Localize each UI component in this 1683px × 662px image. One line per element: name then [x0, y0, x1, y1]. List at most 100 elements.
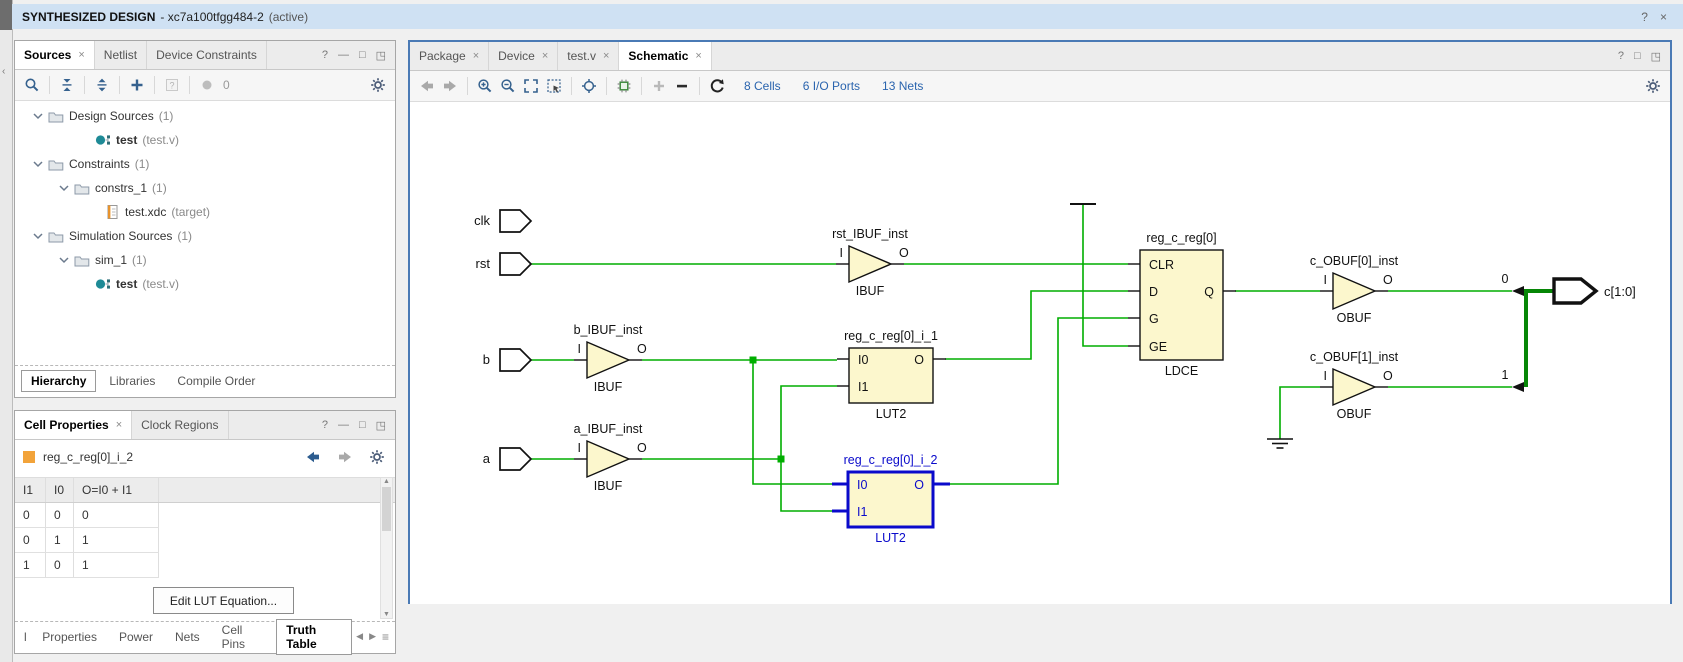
- panel-float-icon[interactable]: ◳: [376, 419, 386, 432]
- banner-help-icon[interactable]: ?: [1641, 10, 1648, 24]
- sources-tab-netlist[interactable]: Netlist: [95, 41, 148, 69]
- zoom-fit-icon[interactable]: [521, 76, 541, 96]
- input-port-clk[interactable]: [499, 209, 533, 233]
- net-i2-to-g[interactable]: [950, 317, 1128, 485]
- regenerate-icon[interactable]: [707, 76, 727, 96]
- stat-link-6-i-o-ports[interactable]: 6 I/O Ports: [803, 79, 860, 93]
- tabs-menu-icon[interactable]: ≡: [382, 630, 389, 644]
- cell-properties-footer-tab-cell-pins[interactable]: Cell Pins: [213, 620, 273, 654]
- collapsed-sidebar[interactable]: ‹: [0, 0, 13, 662]
- tabs-scroll-right-icon[interactable]: ▶: [369, 631, 376, 642]
- sources-footer-tab-compile-order[interactable]: Compile Order: [168, 371, 264, 391]
- tree-item-constrs-1[interactable]: constrs_1 (1): [15, 176, 395, 200]
- schematic-tab-schematic[interactable]: Schematic ×: [619, 42, 712, 70]
- chevron-down-icon[interactable]: [33, 160, 43, 168]
- net-a-to-i1[interactable]: [780, 385, 837, 459]
- input-port-rst[interactable]: [499, 252, 533, 276]
- chevron-down-icon[interactable]: [59, 256, 69, 264]
- gear-icon[interactable]: [368, 75, 388, 95]
- input-port-a[interactable]: [499, 447, 533, 471]
- tree-item-sim-1[interactable]: sim_1 (1): [15, 248, 395, 272]
- cell-properties-footer-tab-truth-table[interactable]: Truth Table: [276, 618, 353, 655]
- tab-close-icon[interactable]: ×: [603, 50, 609, 62]
- net-b-to-i2[interactable]: [752, 360, 832, 485]
- cell-properties-footer-tab-nets[interactable]: Nets: [166, 627, 209, 647]
- remove-icon[interactable]: [672, 76, 692, 96]
- collapse-all-icon[interactable]: [57, 75, 77, 95]
- stat-link-13-nets[interactable]: 13 Nets: [882, 79, 923, 93]
- cell-c-obuf-0-inst[interactable]: [1332, 271, 1377, 311]
- panel-maximize-icon[interactable]: □: [1634, 50, 1641, 62]
- scroll-down-icon[interactable]: ▼: [383, 611, 390, 618]
- panel-help-icon[interactable]: ?: [1618, 50, 1624, 62]
- truth-table-scrollbar[interactable]: ▲ ▼: [380, 477, 393, 619]
- schematic-canvas[interactable]: 0 1 clk rst b a c[1:0] rst_IBUF_inst I O IBUF b_IBU…: [410, 102, 1670, 604]
- sources-tab-device-constraints[interactable]: Device Constraints: [147, 41, 267, 69]
- panel-maximize-icon[interactable]: □: [359, 419, 366, 431]
- expand-all-icon[interactable]: [92, 75, 112, 95]
- tree-item-test[interactable]: test (test.v): [15, 272, 395, 296]
- tab-close-icon[interactable]: ×: [78, 49, 84, 61]
- sources-footer-tab-libraries[interactable]: Libraries: [100, 371, 164, 391]
- tab-close-icon[interactable]: ×: [695, 50, 701, 62]
- gear-icon[interactable]: [367, 447, 387, 467]
- stat-link-8-cells[interactable]: 8 Cells: [744, 79, 781, 93]
- panel-help-icon[interactable]: ?: [322, 419, 328, 431]
- cell-c-obuf-1-inst[interactable]: [1332, 367, 1377, 407]
- sources-tab-sources[interactable]: Sources ×: [15, 41, 95, 69]
- cell-properties-footer-tab-properties[interactable]: Properties: [33, 627, 106, 647]
- panel-float-icon[interactable]: ◳: [1651, 50, 1661, 63]
- panel-help-icon[interactable]: ?: [322, 49, 328, 61]
- sources-footer-tab-hierarchy[interactable]: Hierarchy: [21, 369, 97, 392]
- chevron-down-icon[interactable]: [33, 112, 43, 120]
- tab-close-icon[interactable]: ×: [542, 50, 548, 62]
- add-source-icon[interactable]: [127, 75, 147, 95]
- panel-maximize-icon[interactable]: □: [359, 49, 366, 61]
- tree-item-simulation-sources[interactable]: Simulation Sources (1): [15, 224, 395, 248]
- output-port-c-1-0[interactable]: [1552, 277, 1599, 305]
- tab-close-icon[interactable]: ×: [473, 50, 479, 62]
- tree-item-design-sources[interactable]: Design Sources (1): [15, 104, 395, 128]
- panel-minimize-icon[interactable]: —: [338, 419, 349, 431]
- zoom-in-icon[interactable]: [475, 76, 495, 96]
- banner-close-icon[interactable]: ×: [1660, 10, 1667, 24]
- chevron-down-icon[interactable]: [59, 184, 69, 192]
- cell-properties-tab-clock-regions[interactable]: Clock Regions: [132, 411, 229, 439]
- zoom-out-icon[interactable]: [498, 76, 518, 96]
- gear-icon[interactable]: [1643, 76, 1663, 96]
- cell-b-ibuf-inst[interactable]: [586, 340, 631, 380]
- cell-properties-footer-tab-power[interactable]: Power: [110, 627, 162, 647]
- cell-properties-footer-tab-l[interactable]: l: [21, 627, 29, 647]
- scrollbar-thumb[interactable]: [382, 487, 391, 531]
- zoom-selection-icon[interactable]: [544, 76, 564, 96]
- forward-arrow-icon[interactable]: [335, 447, 355, 467]
- panel-minimize-icon[interactable]: —: [338, 49, 349, 61]
- input-port-b[interactable]: [499, 348, 533, 372]
- net-obuf1-in[interactable]: [1279, 386, 1320, 439]
- tab-close-icon[interactable]: ×: [116, 419, 122, 431]
- tree-item-test-xdc[interactable]: test.xdc (target): [15, 200, 395, 224]
- tabs-scroll-left-icon[interactable]: ◀: [356, 631, 363, 642]
- forward-arrow-icon[interactable]: [440, 76, 460, 96]
- schematic-tab-test-v[interactable]: test.v ×: [558, 42, 620, 70]
- cell-rst-ibuf-inst[interactable]: [848, 244, 893, 284]
- back-arrow-icon[interactable]: [303, 447, 323, 467]
- cell-properties-tab-cell-properties[interactable]: Cell Properties ×: [15, 411, 133, 439]
- tree-item-constraints[interactable]: Constraints (1): [15, 152, 395, 176]
- search-icon[interactable]: [22, 75, 42, 95]
- net-a-to-i2[interactable]: [780, 459, 832, 512]
- net-i1-to-d[interactable]: [945, 290, 1128, 360]
- tree-item-test[interactable]: test (test.v): [15, 128, 395, 152]
- scroll-up-icon[interactable]: ▲: [383, 478, 390, 485]
- autofit-selection-icon[interactable]: [579, 76, 599, 96]
- schematic-tab-device[interactable]: Device ×: [489, 42, 559, 70]
- panel-float-icon[interactable]: ◳: [376, 49, 386, 62]
- schematic-tab-package[interactable]: Package ×: [410, 42, 490, 70]
- back-arrow-disabled-icon[interactable]: [417, 76, 437, 96]
- add-net-icon[interactable]: [649, 76, 669, 96]
- net-vcc-to-ge[interactable]: [1082, 205, 1128, 347]
- add-cell-icon[interactable]: [614, 76, 634, 96]
- cell-a-ibuf-inst[interactable]: [586, 439, 631, 479]
- edit-lut-equation-button[interactable]: Edit LUT Equation...: [153, 587, 294, 614]
- chevron-down-icon[interactable]: [33, 232, 43, 240]
